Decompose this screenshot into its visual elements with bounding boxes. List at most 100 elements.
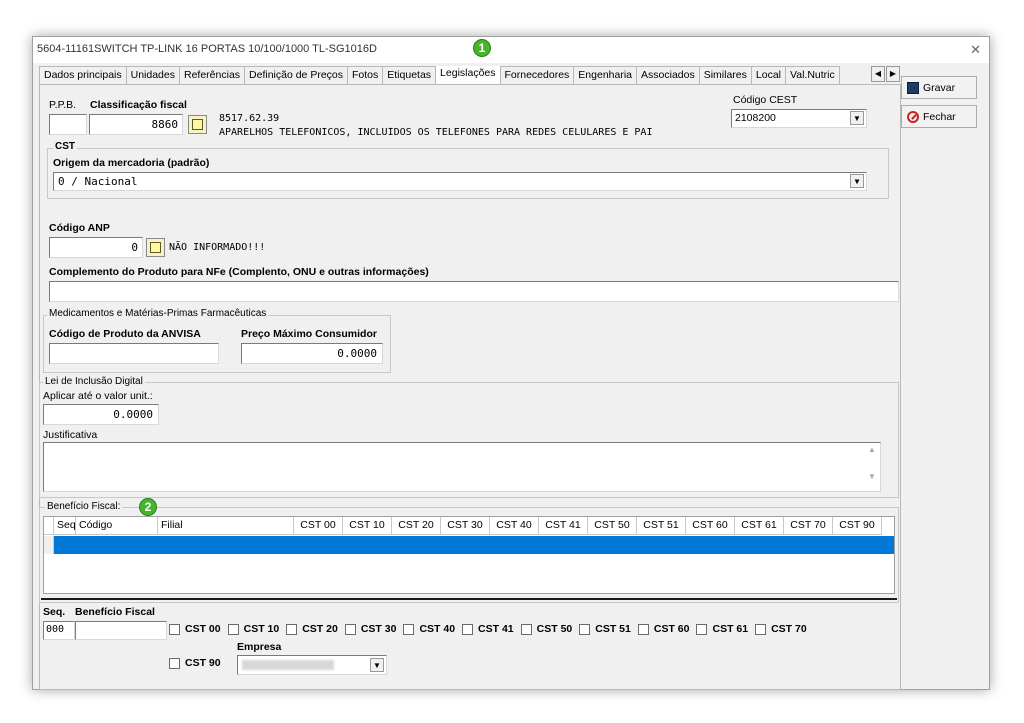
save-button[interactable]: Gravar	[901, 76, 977, 99]
cst-checkbox[interactable]	[286, 623, 298, 635]
classification-lookup-icon[interactable]	[188, 115, 207, 134]
grid-col-cst-40[interactable]: CST 40	[490, 517, 539, 535]
tab-engenharia[interactable]: Engenharia	[573, 66, 638, 84]
grid-col-cst-60[interactable]: CST 60	[686, 517, 735, 535]
cst-checkbox-label: CST 41	[478, 623, 514, 635]
grid-selected-row[interactable]	[54, 536, 894, 554]
cst-checkbox[interactable]	[579, 623, 591, 635]
cst90-checkbox-item[interactable]: CST 90	[169, 657, 221, 669]
cst-checkbox-item[interactable]: CST 41	[462, 623, 514, 635]
cst-checkbox[interactable]	[520, 623, 532, 635]
ncm-code: 8517.62.39	[219, 113, 280, 124]
cst90-label: CST 90	[185, 657, 221, 669]
cst-checkbox-label: CST 50	[536, 623, 573, 635]
cest-select[interactable]: 2108200 ▼	[731, 109, 867, 128]
max-price-value: 0.0000	[337, 347, 377, 360]
tab-associados[interactable]: Associados	[636, 66, 700, 84]
close-button-label: Fechar	[923, 110, 956, 123]
tab-similares[interactable]: Similares	[698, 66, 752, 84]
anvisa-group-label: Medicamentos e Matérias-Primas Farmacêut…	[47, 308, 269, 319]
cst-checkbox-item[interactable]: CST 30	[344, 623, 396, 635]
cst-checkbox[interactable]	[227, 623, 239, 635]
tab-defini-o-de-pre-os[interactable]: Definição de Preços	[244, 66, 348, 84]
tab-legisla-es[interactable]: Legislações	[435, 66, 501, 84]
origin-dropdown-icon[interactable]: ▼	[850, 174, 864, 188]
grid-col-cst-41[interactable]: CST 41	[539, 517, 588, 535]
cst-checkbox[interactable]	[462, 623, 474, 635]
grid-col-cst-50[interactable]: CST 50	[588, 517, 637, 535]
cst-checkbox-item[interactable]: CST 70	[755, 623, 807, 635]
grid-col-cst-70[interactable]: CST 70	[784, 517, 833, 535]
apply-until-label: Aplicar até o valor unit.:	[43, 390, 153, 402]
empresa-label: Empresa	[237, 641, 282, 653]
cst-checkbox-label: CST 60	[653, 623, 690, 635]
cst-checkbox[interactable]	[403, 623, 415, 635]
cst-checkbox-item[interactable]: CST 10	[227, 623, 279, 635]
tab-dados-principais[interactable]: Dados principais	[39, 66, 127, 84]
cst-checkbox-item[interactable]: CST 40	[403, 623, 455, 635]
scroll-up-icon[interactable]: ▲	[864, 445, 880, 454]
origin-select[interactable]: 0 / Nacional ▼	[53, 172, 867, 191]
scroll-down-icon[interactable]: ▼	[864, 472, 880, 481]
cst90-checkbox[interactable]	[169, 657, 180, 669]
cst-group-label: CST	[53, 141, 77, 152]
cest-dropdown-icon[interactable]: ▼	[850, 111, 864, 125]
cst-checkbox[interactable]	[755, 623, 767, 635]
grid-col-filial[interactable]: Filial	[158, 517, 294, 535]
cst-checkbox-item[interactable]: CST 51	[579, 623, 631, 635]
cst-checkbox[interactable]	[344, 623, 356, 635]
tab-scroll-right-icon[interactable]: ▶	[886, 66, 900, 82]
cst-checkbox-item[interactable]: CST 00	[169, 623, 221, 635]
grid-col-cst-00[interactable]: CST 00	[294, 517, 343, 535]
classification-input[interactable]: 8860	[89, 114, 183, 135]
justification-scrollbar[interactable]: ▲ ▼	[864, 443, 880, 491]
tab-scroll-left-icon[interactable]: ◀	[871, 66, 885, 82]
cst-checkbox[interactable]	[637, 623, 649, 635]
anp-input[interactable]: 0	[49, 237, 143, 258]
grid-col-seq-[interactable]: Seq.	[54, 517, 76, 535]
justification-textarea[interactable]: ▲ ▼	[43, 442, 881, 492]
anvisa-code-input[interactable]	[49, 343, 219, 364]
apply-until-input[interactable]: 0.0000	[43, 404, 159, 425]
seq-input[interactable]: 000	[43, 621, 75, 640]
close-button[interactable]: Fechar	[901, 105, 977, 128]
grid-col-cst-90[interactable]: CST 90	[833, 517, 882, 535]
benefit-group-label: Benefício Fiscal:	[45, 501, 123, 512]
grid-col-cst-20[interactable]: CST 20	[392, 517, 441, 535]
cst-checkbox-item[interactable]: CST 61	[696, 623, 748, 635]
tab-refer-ncias[interactable]: Referências	[179, 66, 246, 84]
grid-col-c-digo[interactable]: Código	[76, 517, 158, 535]
benefit-fiscal-input[interactable]	[75, 621, 167, 640]
complement-input[interactable]	[49, 281, 899, 302]
ppb-input[interactable]	[49, 114, 87, 135]
apply-until-value: 0.0000	[113, 408, 153, 421]
step-badge-2: 2	[139, 498, 157, 516]
grid-col-cst-10[interactable]: CST 10	[343, 517, 392, 535]
tab-val-nutric[interactable]: Val.Nutric	[785, 66, 840, 84]
grid-col-cst-51[interactable]: CST 51	[637, 517, 686, 535]
close-icon[interactable]: ✕	[970, 42, 981, 58]
cst-checkbox-item[interactable]: CST 60	[637, 623, 690, 635]
tab-local[interactable]: Local	[750, 66, 787, 84]
cst-checkbox[interactable]	[696, 623, 708, 635]
anp-description: NÃO INFORMADO!!!	[169, 242, 266, 253]
cst-checkbox[interactable]	[169, 623, 180, 635]
cst-checkbox-item[interactable]: CST 50	[520, 623, 573, 635]
cancel-icon	[907, 110, 919, 123]
tab-unidades[interactable]: Unidades	[125, 66, 180, 84]
empresa-dropdown-icon[interactable]: ▼	[370, 658, 384, 672]
cst-checkbox-item[interactable]: CST 20	[286, 623, 338, 635]
anp-lookup-icon[interactable]	[146, 238, 165, 257]
grid-col-cst-61[interactable]: CST 61	[735, 517, 784, 535]
product-window: 5604-11161SWITCH TP-LINK 16 PORTAS 10/10…	[32, 36, 990, 690]
tab-fornecedores[interactable]: Fornecedores	[499, 66, 575, 84]
max-price-input[interactable]: 0.0000	[241, 343, 383, 364]
tab-etiquetas[interactable]: Etiquetas	[382, 66, 437, 84]
seq-value: 000	[46, 624, 65, 635]
grid-col-cst-30[interactable]: CST 30	[441, 517, 490, 535]
grid-header-indicator	[44, 517, 54, 535]
digital-inclusion-label: Lei de Inclusão Digital	[43, 376, 145, 387]
empresa-select[interactable]: ▼	[237, 655, 387, 675]
origin-value: 0 / Nacional	[58, 175, 138, 188]
tab-fotos[interactable]: Fotos	[347, 66, 384, 84]
